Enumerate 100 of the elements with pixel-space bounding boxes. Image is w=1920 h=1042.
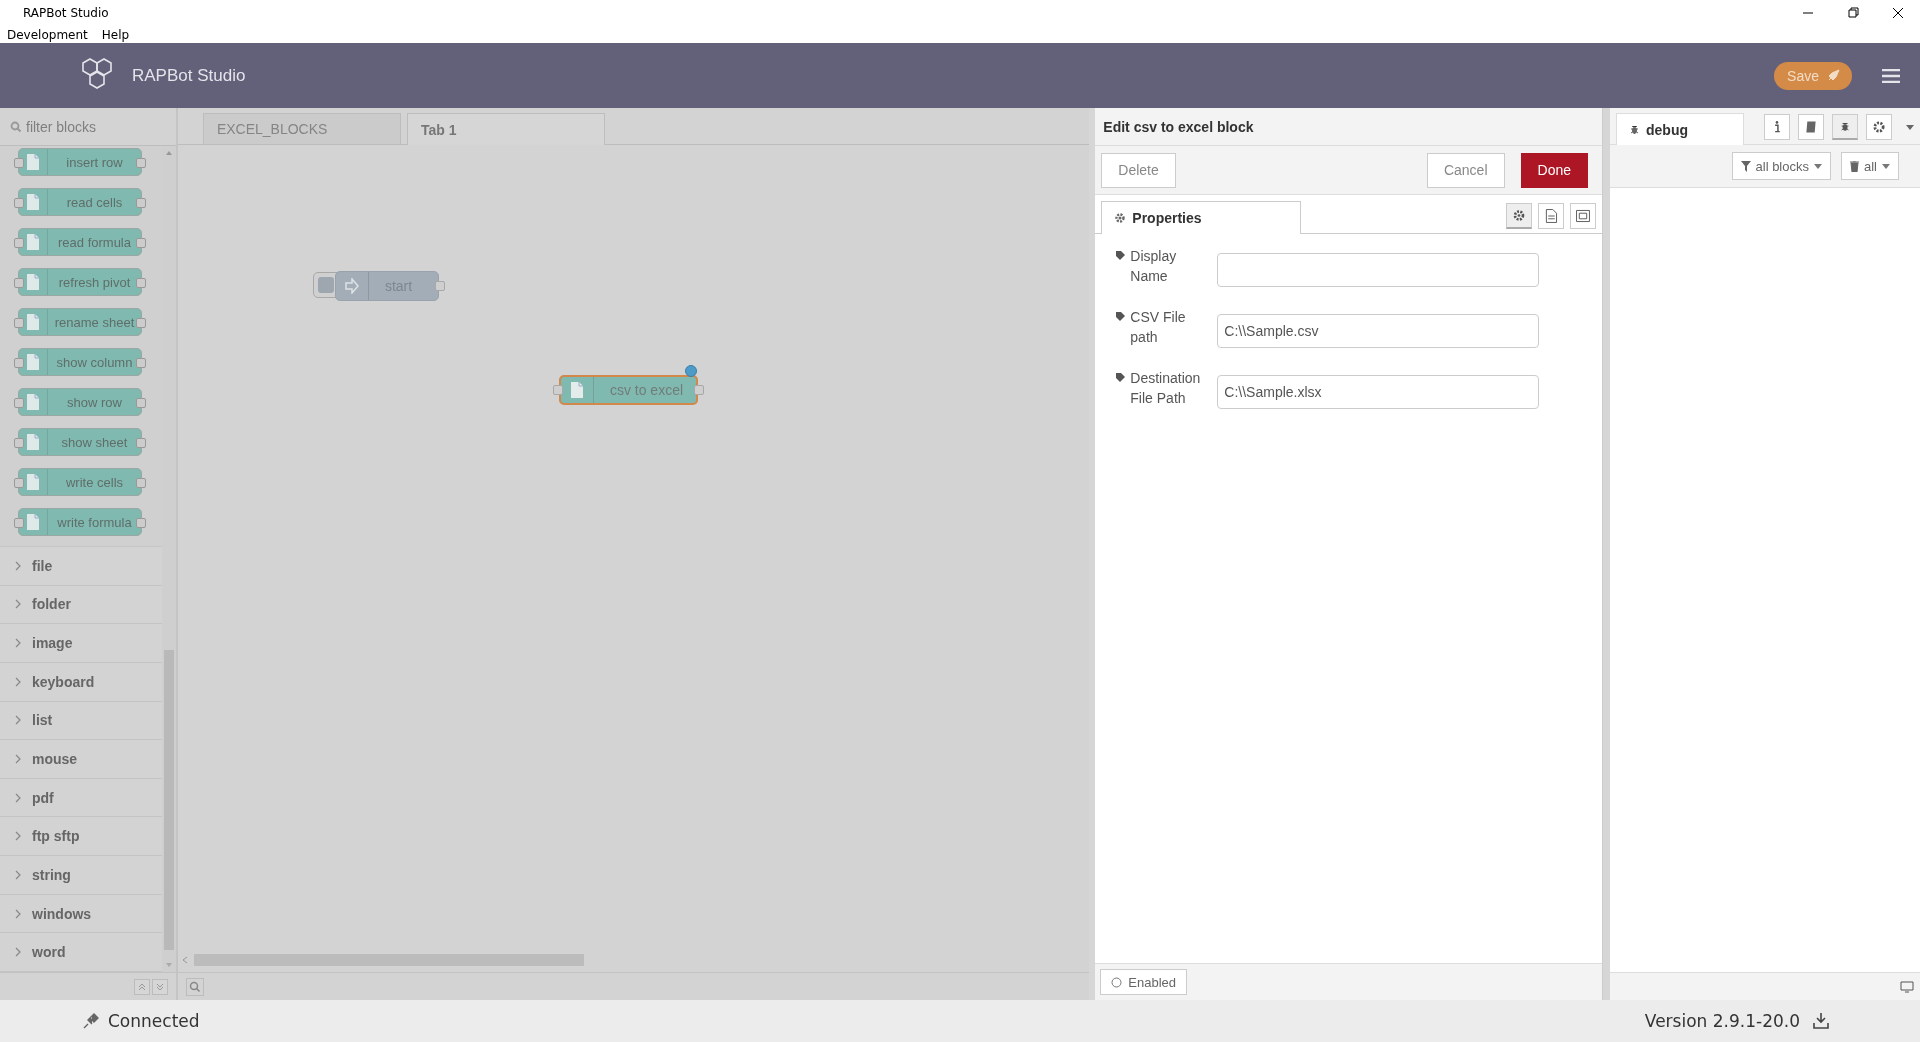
port [136,478,146,488]
scroll-up-icon[interactable] [164,150,173,156]
text-field[interactable] [1217,253,1540,287]
version-label: Version 2.9.1-20.0 [1644,1011,1800,1031]
menu-icon[interactable] [1882,68,1900,83]
document-icon [26,273,40,291]
category-header[interactable]: keyboard [0,662,162,702]
inject-button[interactable] [312,272,339,298]
workspace-tab[interactable]: EXCEL_BLOCKS [202,113,401,144]
port [136,438,146,448]
save-button[interactable]: Save [1774,61,1852,90]
port [136,318,146,328]
filter-icon [1740,160,1751,172]
category-label: word [32,944,66,961]
collapse-all-icon[interactable] [133,978,150,995]
port [136,518,146,528]
port [434,281,445,291]
enabled-toggle[interactable]: Enabled [1100,969,1188,995]
port [136,398,146,408]
category-label: ftp sftp [32,828,80,845]
port [136,238,146,248]
trash-icon [1850,160,1859,172]
clear-button[interactable]: all [1841,152,1899,180]
port [14,398,24,408]
scroll-left-icon[interactable] [181,956,188,964]
category-label: keyboard [32,673,95,690]
panel-title: Edit csv to excel block [1103,118,1254,135]
tag-icon [1115,311,1127,322]
frame-icon[interactable] [1570,203,1596,229]
category-label: pdf [32,789,54,806]
port [14,198,24,208]
info-icon[interactable] [1764,114,1790,140]
category-header[interactable]: ftp sftp [0,817,162,857]
category-header[interactable]: string [0,856,162,895]
delete-button[interactable]: Delete [1101,152,1176,188]
search-icon[interactable] [185,977,204,996]
category-label: mouse [32,751,78,767]
port [693,385,704,395]
sidebar-tab[interactable]: debug [1616,113,1744,145]
category-label: string [32,866,71,883]
workspace-tab[interactable]: Tab 1 [406,113,605,145]
monitor-icon[interactable] [1900,980,1914,993]
flow-node[interactable]: csv to excel [558,375,698,405]
download-icon[interactable] [1812,1012,1830,1030]
search-icon [10,120,22,133]
document-icon [26,233,40,251]
document-icon [26,153,40,171]
port [136,358,146,368]
properties-tab[interactable]: Properties [1101,201,1302,234]
tag-icon [1115,250,1127,261]
done-button[interactable]: Done [1520,152,1588,188]
expand-all-icon[interactable] [151,978,168,995]
connection-status: Connected [108,1011,200,1031]
document-icon [26,353,40,371]
settings-icon[interactable] [1506,203,1532,229]
port [136,278,146,288]
port [14,438,24,448]
category-header[interactable]: list [0,701,162,741]
port [136,158,146,168]
settings-icon[interactable] [1866,114,1892,140]
caret-icon [1882,163,1890,169]
menu-item[interactable]: Development [6,27,89,42]
port [14,238,24,248]
bug-icon[interactable] [1832,114,1858,140]
category-header[interactable]: word [0,933,162,973]
document-icon [26,193,40,211]
field-label: CSV File path [1130,308,1187,347]
document-icon [26,393,40,411]
document-icon [26,473,40,491]
port [14,518,24,528]
scrollbar[interactable] [161,146,176,972]
category-header[interactable]: pdf [0,778,162,818]
cancel-button[interactable]: Cancel [1426,152,1505,188]
port [14,358,24,368]
category-label: windows [32,905,92,922]
port [552,385,563,395]
port [14,278,24,288]
document-icon [26,513,40,531]
menu-item[interactable]: Help [100,27,131,42]
circle-icon [1111,976,1123,988]
text-field[interactable]: C:\\Sample.csv [1217,314,1540,348]
document-icon[interactable] [1538,203,1564,229]
document-icon [569,381,584,399]
category-header[interactable]: mouse [0,740,162,779]
tag-icon [1115,372,1127,383]
field-label: Destination File Path [1130,369,1202,408]
arrow-icon [344,278,359,294]
category-header[interactable]: windows [0,894,162,934]
category-header[interactable]: folder [0,585,162,625]
port [14,478,24,488]
scroll-down-icon[interactable] [164,962,173,968]
text-field[interactable]: C:\\Sample.xlsx [1217,375,1540,409]
category-header[interactable]: image [0,624,162,663]
category-header[interactable]: file [0,547,162,586]
filter-button[interactable]: all blocks [1731,152,1831,180]
document-icon [26,313,40,331]
category-label: image [32,635,73,652]
bug-icon [1629,124,1640,135]
port [136,198,146,208]
app-title: RAPBot Studio [132,65,246,86]
